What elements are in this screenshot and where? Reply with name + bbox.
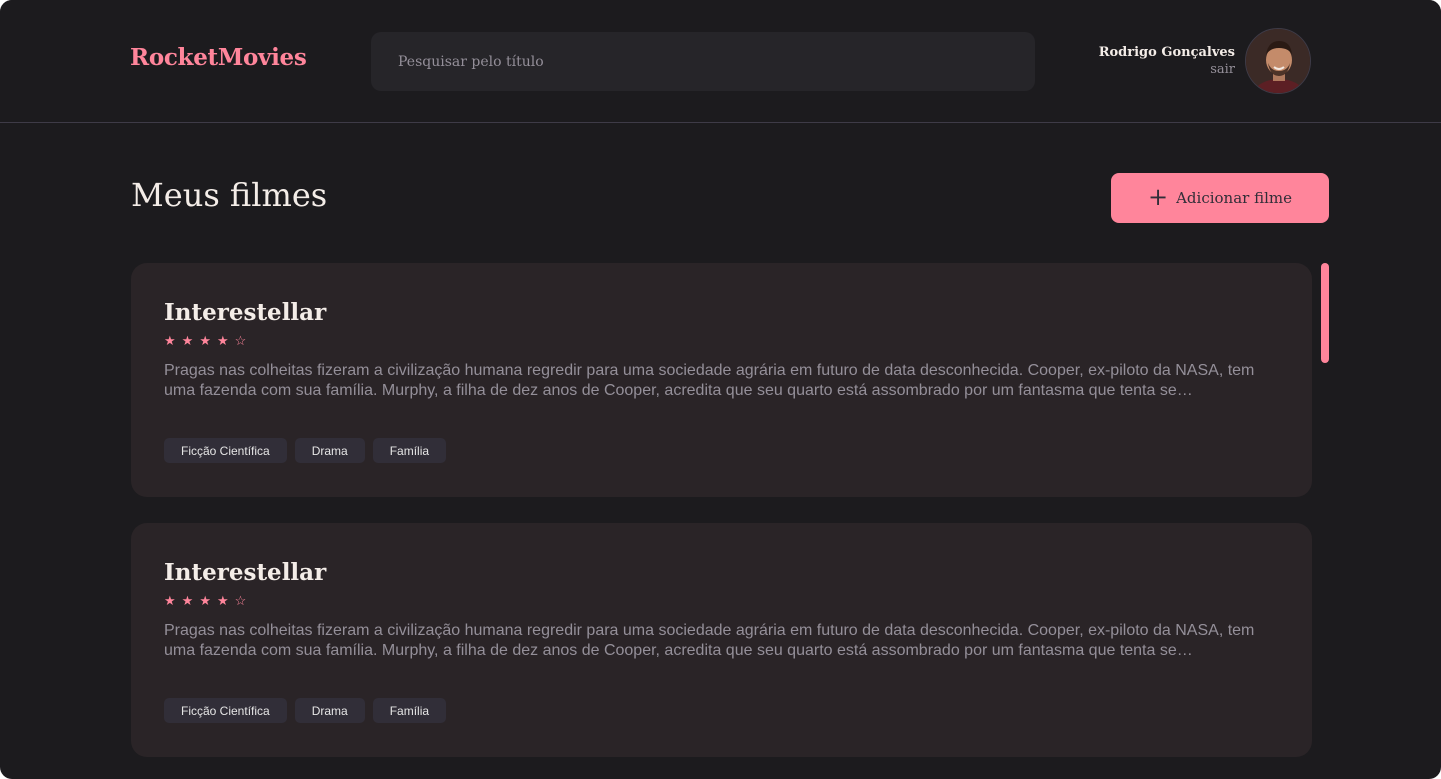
movie-rating: ★ ★ ★ ★ ☆ — [164, 595, 1279, 609]
star-filled-icon: ★ — [164, 594, 176, 609]
star-filled-icon: ★ — [199, 594, 211, 609]
profile-info: Rodrigo Gonçalves sair — [1099, 45, 1235, 77]
movie-card[interactable]: Interestellar ★ ★ ★ ★ ☆ Pragas nas colhe… — [131, 523, 1312, 757]
movie-rating: ★ ★ ★ ★ ☆ — [164, 335, 1279, 349]
tag: Ficção Científica — [164, 698, 287, 723]
add-movie-button[interactable]: + Adicionar filme — [1111, 173, 1329, 223]
movie-tags: Ficção Científica Drama Família — [164, 698, 447, 723]
star-filled-icon: ★ — [216, 594, 229, 609]
tag: Drama — [294, 698, 365, 723]
star-filled-icon: ★ — [164, 334, 176, 349]
add-movie-label: Adicionar filme — [1176, 189, 1292, 207]
page-title: Meus filmes — [131, 176, 328, 214]
brand-logo[interactable]: RocketMovies — [130, 44, 307, 71]
movie-title: Interestellar — [164, 299, 327, 326]
tag: Drama — [294, 438, 365, 463]
star-empty-icon: ☆ — [234, 594, 247, 609]
movie-title: Interestellar — [164, 559, 327, 586]
star-filled-icon: ★ — [216, 334, 229, 349]
tag: Família — [372, 438, 447, 463]
movie-card[interactable]: Interestellar ★ ★ ★ ★ ☆ Pragas nas colhe… — [131, 263, 1312, 497]
avatar-image — [1246, 29, 1310, 93]
user-profile: Rodrigo Gonçalves sair — [1099, 28, 1311, 94]
star-filled-icon: ★ — [181, 594, 194, 609]
avatar[interactable] — [1245, 28, 1311, 94]
app-window: RocketMovies Rodrigo Gonçalves sair — [0, 0, 1441, 779]
tag: Ficção Científica — [164, 438, 287, 463]
star-filled-icon: ★ — [199, 334, 211, 349]
search-input[interactable] — [396, 52, 1035, 71]
star-empty-icon: ☆ — [234, 334, 247, 349]
user-name[interactable]: Rodrigo Gonçalves — [1099, 45, 1235, 60]
star-filled-icon: ★ — [181, 334, 194, 349]
top-header: RocketMovies Rodrigo Gonçalves sair — [0, 0, 1441, 123]
search-bar[interactable] — [371, 32, 1035, 91]
movie-description: Pragas nas colheitas fizeram a civilizaç… — [164, 622, 1255, 659]
tag: Família — [372, 698, 447, 723]
movie-list: Interestellar ★ ★ ★ ★ ☆ Pragas nas colhe… — [131, 263, 1312, 779]
movie-description: Pragas nas colheitas fizeram a civilizaç… — [164, 362, 1255, 399]
logout-link[interactable]: sair — [1099, 62, 1235, 77]
movie-tags: Ficção Científica Drama Família — [164, 438, 447, 463]
plus-icon: + — [1147, 183, 1169, 211]
scrollbar-thumb[interactable] — [1321, 263, 1329, 363]
